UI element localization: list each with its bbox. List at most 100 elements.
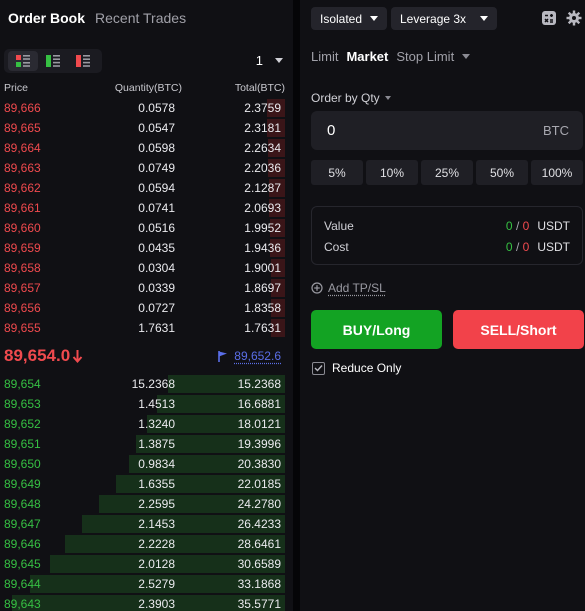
ask-row[interactable]: 89,663 0.0749 2.2036 (0, 158, 293, 178)
column-price: Price (4, 82, 28, 94)
last-price[interactable]: 89,654.0 (4, 346, 83, 366)
value-short: 0 (522, 219, 530, 233)
ask-total: 1.7631 (244, 321, 281, 335)
bid-total: 30.6589 (237, 557, 281, 571)
value-unit: USDT (537, 219, 570, 233)
tab-order-book[interactable]: Order Book (8, 10, 85, 26)
tab-limit[interactable]: Limit (311, 49, 338, 64)
bid-price: 89,648 (4, 497, 41, 511)
chevron-down-icon (275, 58, 283, 63)
reduce-only-toggle[interactable]: Reduce Only (312, 361, 401, 375)
bid-total: 20.3830 (237, 457, 281, 471)
view-bids-button[interactable] (38, 51, 68, 71)
view-both-button[interactable] (8, 51, 38, 71)
bid-total: 16.6881 (237, 397, 281, 411)
bid-row[interactable]: 89,644 2.5279 33.1868 (0, 574, 293, 594)
percent-100-button[interactable]: 100% (531, 160, 583, 185)
margin-mode-dropdown[interactable]: Isolated (311, 7, 388, 30)
cost-label: Cost (324, 240, 349, 254)
percent-5-button[interactable]: 5% (311, 160, 363, 185)
ask-quantity: 0.0594 (138, 181, 175, 195)
bid-price: 89,651 (4, 437, 41, 451)
percent-10-button[interactable]: 10% (366, 160, 418, 185)
order-book-panel: Order Book Recent Trades 1 Price Quantit… (0, 0, 293, 611)
bid-row[interactable]: 89,652 1.3240 18.0121 (0, 414, 293, 434)
gear-icon[interactable] (566, 10, 582, 26)
ask-row[interactable]: 89,659 0.0435 1.9436 (0, 238, 293, 258)
view-bids-icon (46, 55, 60, 67)
bid-price: 89,645 (4, 557, 41, 571)
ask-total: 1.9952 (244, 221, 281, 235)
ask-quantity: 0.0304 (138, 261, 175, 275)
add-tpsl-button[interactable]: Add TP/SL (311, 281, 386, 295)
order-summary: Value 0 / 0 USDT Cost 0 / 0 USDT (311, 206, 583, 265)
ask-total: 1.8358 (244, 301, 281, 315)
bid-row[interactable]: 89,651 1.3875 19.3996 (0, 434, 293, 454)
mark-price[interactable]: 89,652.6 (218, 349, 281, 363)
cost-row: Cost 0 / 0 USDT (324, 240, 570, 256)
chevron-down-icon[interactable] (462, 54, 471, 59)
ask-quantity: 0.0749 (138, 161, 175, 175)
bid-row[interactable]: 89,650 0.9834 20.3830 (0, 454, 293, 474)
percent-50-button[interactable]: 50% (476, 160, 528, 185)
bid-row[interactable]: 89,647 2.1453 26.4233 (0, 514, 293, 534)
percent-25-button[interactable]: 25% (421, 160, 473, 185)
ask-total: 1.9436 (244, 241, 281, 255)
order-by-label: Order by Qty (311, 91, 380, 105)
ask-row[interactable]: 89,666 0.0578 2.3759 (0, 98, 293, 118)
arrow-down-icon (72, 350, 83, 363)
view-both-icon (16, 55, 30, 67)
sell-short-button[interactable]: SELL/Short (453, 310, 584, 349)
chevron-down-icon (370, 16, 379, 21)
check-icon (314, 365, 323, 372)
bid-row[interactable]: 89,653 1.4513 16.6881 (0, 394, 293, 414)
bid-row[interactable]: 89,649 1.6355 22.0185 (0, 474, 293, 494)
ask-price: 89,660 (4, 221, 41, 235)
buy-long-button[interactable]: BUY/Long (311, 310, 442, 349)
bid-total: 15.2368 (237, 377, 281, 391)
ask-row[interactable]: 89,665 0.0547 2.3181 (0, 118, 293, 138)
ask-row[interactable]: 89,658 0.0304 1.9001 (0, 258, 293, 278)
ask-row[interactable]: 89,662 0.0594 2.1287 (0, 178, 293, 198)
bid-row[interactable]: 89,654 15.2368 15.2368 (0, 374, 293, 394)
panel-divider (293, 0, 300, 611)
ask-quantity: 0.0435 (138, 241, 175, 255)
ask-row[interactable]: 89,655 1.7631 1.7631 (0, 318, 293, 338)
bid-row[interactable]: 89,643 2.3903 35.5771 (0, 594, 293, 611)
ask-row[interactable]: 89,664 0.0598 2.2634 (0, 138, 293, 158)
bid-row[interactable]: 89,648 2.2595 24.2780 (0, 494, 293, 514)
bid-row[interactable]: 89,645 2.0128 30.6589 (0, 554, 293, 574)
order-by-selector[interactable]: Order by Qty (311, 91, 391, 105)
add-tpsl-label: Add TP/SL (328, 281, 386, 295)
quantity-value: 0 (327, 122, 336, 139)
precision-select[interactable]: 1 (256, 53, 283, 68)
tab-recent-trades[interactable]: Recent Trades (95, 10, 186, 26)
ask-row[interactable]: 89,656 0.0727 1.8358 (0, 298, 293, 318)
ask-price: 89,656 (4, 301, 41, 315)
calculator-icon[interactable] (541, 10, 557, 26)
ask-quantity: 0.0578 (138, 101, 175, 115)
reduce-only-checkbox[interactable] (312, 361, 325, 375)
ask-row[interactable]: 89,661 0.0741 2.0693 (0, 198, 293, 218)
bid-price: 89,644 (4, 577, 41, 591)
ask-row[interactable]: 89,660 0.0516 1.9952 (0, 218, 293, 238)
ask-total: 2.0693 (244, 201, 281, 215)
bid-total: 33.1868 (237, 577, 281, 591)
bid-row[interactable]: 89,646 2.2228 28.6461 (0, 534, 293, 554)
bid-total: 35.5771 (237, 597, 281, 611)
bid-quantity: 2.1453 (138, 517, 175, 531)
value-amounts: 0 / 0 USDT (506, 219, 570, 233)
ask-price: 89,662 (4, 181, 41, 195)
tab-stop-limit[interactable]: Stop Limit (396, 49, 454, 64)
order-type-tabs: Limit Market Stop Limit (311, 49, 471, 64)
tab-market[interactable]: Market (346, 49, 388, 64)
leverage-dropdown[interactable]: Leverage 3x (391, 7, 498, 30)
view-asks-button[interactable] (68, 51, 98, 71)
ask-row[interactable]: 89,657 0.0339 1.8697 (0, 278, 293, 298)
separator: / (515, 219, 520, 233)
ask-quantity: 0.0339 (138, 281, 175, 295)
quantity-input[interactable]: 0 BTC (311, 111, 583, 150)
bid-quantity: 2.2228 (138, 537, 175, 551)
bid-quantity: 2.2595 (138, 497, 175, 511)
ask-price: 89,655 (4, 321, 41, 335)
